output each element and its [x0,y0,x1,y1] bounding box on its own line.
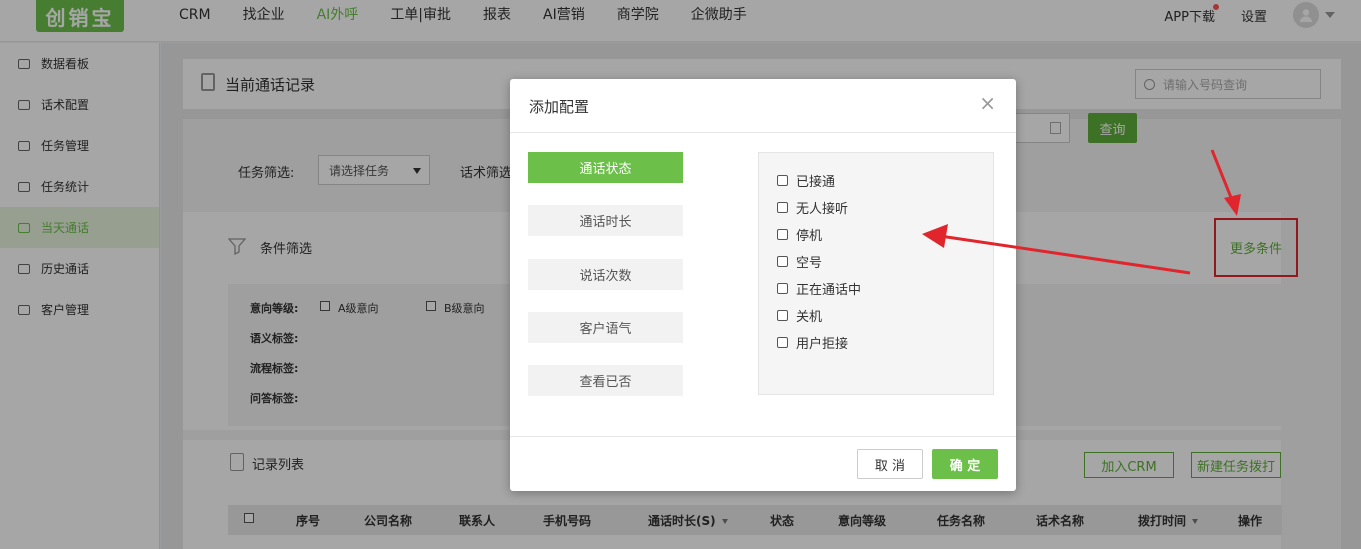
tab-call-status[interactable]: 通话状态 [528,152,683,183]
option-no-answer[interactable]: 无人接听 [777,198,848,217]
modal-header: 添加配置 × [510,79,1016,133]
checkbox[interactable] [777,283,788,294]
option-label: 已接通 [796,175,836,190]
checkbox[interactable] [777,175,788,186]
option-invalid-number[interactable]: 空号 [777,252,822,271]
confirm-button[interactable]: 确 定 [932,449,998,479]
checkbox[interactable] [777,202,788,213]
option-label: 无人接听 [796,202,849,217]
close-icon[interactable]: × [979,91,996,115]
tab-call-duration[interactable]: 通话时长 [528,205,683,236]
option-powered-off[interactable]: 关机 [777,306,822,325]
checkbox[interactable] [777,337,788,348]
option-label: 空号 [796,256,823,271]
status-options-box: 已接通 无人接听 停机 空号 正在通话中 关机 用户拒接 [758,152,994,395]
add-config-modal: 添加配置 × 通话状态 通话时长 说话次数 客户语气 查看已否 已接通 无人接听… [510,79,1016,491]
cancel-button[interactable]: 取 消 [857,449,923,479]
option-label: 用户拒接 [796,337,849,352]
modal-footer-divider [510,436,1016,437]
checkbox[interactable] [777,229,788,240]
option-suspended[interactable]: 停机 [777,225,822,244]
option-busy[interactable]: 正在通话中 [777,279,861,298]
option-label: 关机 [796,310,823,325]
option-label: 正在通话中 [796,283,862,298]
tab-viewed-status[interactable]: 查看已否 [528,365,683,396]
checkbox[interactable] [777,310,788,321]
option-rejected[interactable]: 用户拒接 [777,333,848,352]
tab-customer-tone[interactable]: 客户语气 [528,312,683,343]
option-label: 停机 [796,229,823,244]
checkbox[interactable] [777,256,788,267]
modal-title: 添加配置 [529,98,590,116]
tab-speak-count[interactable]: 说话次数 [528,259,683,290]
option-connected[interactable]: 已接通 [777,171,835,190]
